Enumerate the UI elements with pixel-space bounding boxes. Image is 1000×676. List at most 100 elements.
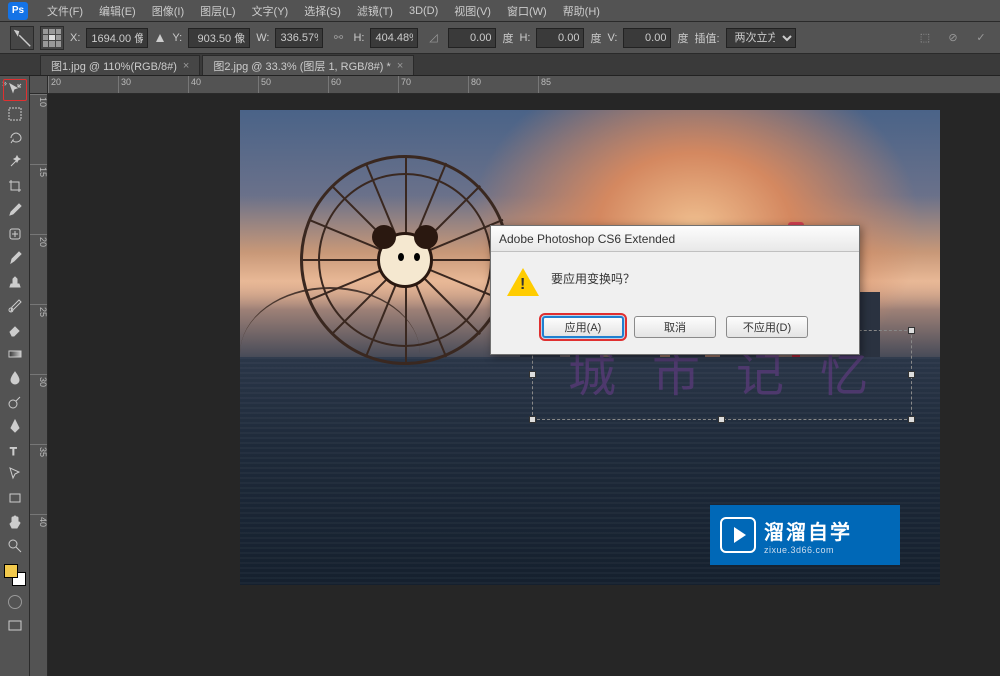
menu-edit[interactable]: 编辑(E): [92, 1, 143, 21]
crop-tool[interactable]: [3, 175, 27, 197]
dialog-message: 要应用变换吗？: [551, 266, 635, 287]
gradient-tool[interactable]: [3, 343, 27, 365]
interp-label: 插值:: [694, 30, 719, 46]
menu-3d[interactable]: 3D(D): [402, 3, 445, 19]
menu-image[interactable]: 图像(I): [145, 1, 191, 21]
x-input[interactable]: [86, 28, 148, 48]
skew-h-label: H:: [519, 32, 530, 44]
ruler-tick: 60: [328, 76, 398, 94]
ruler-tick: 85: [538, 76, 608, 94]
ruler-tick: 80: [468, 76, 538, 94]
skew-v-unit: 度: [677, 30, 688, 46]
vertical-ruler[interactable]: 10 15 20 25 30 35 40: [30, 94, 48, 676]
brush-tool[interactable]: [3, 247, 27, 269]
menu-help[interactable]: 帮助(H): [556, 1, 607, 21]
menu-type[interactable]: 文字(Y): [245, 1, 296, 21]
close-icon[interactable]: ×: [183, 60, 189, 72]
type-tool[interactable]: T: [3, 439, 27, 461]
apply-button[interactable]: 应用(A): [542, 316, 624, 338]
move-tool[interactable]: [3, 79, 27, 101]
eraser-tool[interactable]: [3, 319, 27, 341]
path-selection-tool[interactable]: [3, 463, 27, 485]
cancel-button[interactable]: 取消: [634, 316, 716, 338]
close-icon[interactable]: ×: [397, 60, 403, 72]
skew-v-input[interactable]: [623, 28, 671, 48]
magic-wand-tool[interactable]: [3, 151, 27, 173]
ruler-tick: 40: [30, 514, 48, 584]
menu-filter[interactable]: 滤镜(T): [350, 1, 400, 21]
warning-icon: [507, 266, 539, 298]
interp-select[interactable]: 两次立方: [726, 28, 796, 48]
w-input[interactable]: [275, 28, 323, 48]
tool-panel: » T: [0, 76, 30, 676]
dialog-title[interactable]: Adobe Photoshop CS6 Extended: [491, 226, 859, 252]
transform-handle-bl[interactable]: [529, 416, 536, 423]
rectangle-tool[interactable]: [3, 487, 27, 509]
angle-unit: 度: [502, 30, 513, 46]
tab-label: 图2.jpg @ 33.3% (图层 1, RGB/8#) *: [213, 58, 390, 74]
cancel-transform-icon[interactable]: ⊘: [944, 29, 962, 47]
tab-document-2[interactable]: 图2.jpg @ 33.3% (图层 1, RGB/8#) * ×: [202, 55, 414, 75]
menu-select[interactable]: 选择(S): [297, 1, 348, 21]
menu-file[interactable]: 文件(F): [40, 1, 90, 21]
ruler-tick: 25: [30, 304, 48, 374]
foreground-color[interactable]: [4, 564, 18, 578]
menu-view[interactable]: 视图(V): [447, 1, 498, 21]
transform-handle-tr[interactable]: [908, 327, 915, 334]
y-label: Y:: [172, 32, 182, 44]
warp-icon[interactable]: ⬚: [916, 29, 934, 47]
ruler-tick: 50: [258, 76, 328, 94]
confirm-dialog: Adobe Photoshop CS6 Extended 要应用变换吗？ 应用(…: [490, 225, 860, 355]
w-label: W:: [256, 32, 269, 44]
color-swatches[interactable]: [4, 564, 26, 586]
history-brush-tool[interactable]: [3, 295, 27, 317]
tab-document-1[interactable]: 图1.jpg @ 110%(RGB/8#) ×: [40, 55, 200, 75]
ruler-tick: 10: [30, 94, 48, 164]
hand-tool[interactable]: [3, 511, 27, 533]
commit-transform-icon[interactable]: ✓: [972, 29, 990, 47]
clone-stamp-tool[interactable]: [3, 271, 27, 293]
angle-input[interactable]: [448, 28, 496, 48]
horizontal-ruler[interactable]: 20 30 40 50 60 70 80 85: [48, 76, 1000, 94]
skew-h-input[interactable]: [536, 28, 584, 48]
dodge-tool[interactable]: [3, 391, 27, 413]
h-input[interactable]: [370, 28, 418, 48]
canvas-image-ferris-wheel: [300, 155, 510, 365]
app-logo: Ps: [8, 2, 28, 20]
ruler-tick: 15: [30, 164, 48, 234]
play-icon: [720, 517, 756, 553]
menu-window[interactable]: 窗口(W): [500, 1, 554, 21]
screen-mode-toggle[interactable]: [3, 616, 27, 636]
angle-icon: ◿: [424, 29, 442, 47]
link-icon[interactable]: ⚯: [329, 29, 347, 47]
lasso-tool[interactable]: [3, 127, 27, 149]
zoom-tool[interactable]: [3, 535, 27, 557]
ruler-tick: 35: [30, 444, 48, 514]
delta-icon[interactable]: [154, 32, 166, 44]
svg-text:T: T: [10, 446, 17, 458]
blur-tool[interactable]: [3, 367, 27, 389]
document-tab-bar: 图1.jpg @ 110%(RGB/8#) × 图2.jpg @ 33.3% (图…: [0, 54, 1000, 76]
h-label: H:: [353, 32, 364, 44]
skew-h-unit: 度: [590, 30, 601, 46]
tab-label: 图1.jpg @ 110%(RGB/8#): [51, 58, 177, 74]
transform-tool-icon[interactable]: [10, 26, 34, 50]
y-input[interactable]: [188, 28, 250, 48]
menu-layer[interactable]: 图层(L): [193, 1, 242, 21]
transform-handle-bm[interactable]: [718, 416, 725, 423]
pen-tool[interactable]: [3, 415, 27, 437]
healing-brush-tool[interactable]: [3, 223, 27, 245]
transform-handle-br[interactable]: [908, 416, 915, 423]
transform-handle-ml[interactable]: [529, 371, 536, 378]
skew-v-label: V:: [607, 32, 617, 44]
marquee-tool[interactable]: [3, 103, 27, 125]
ruler-tick: 20: [30, 234, 48, 304]
options-bar: X: Y: W: ⚯ H: ◿ 度 H: 度 V: 度 插值: 两次立方 ⬚ ⊘…: [0, 22, 1000, 54]
eyedropper-tool[interactable]: [3, 199, 27, 221]
ruler-origin[interactable]: [30, 76, 48, 94]
reference-point-icon[interactable]: [40, 26, 64, 50]
dont-apply-button[interactable]: 不应用(D): [726, 316, 808, 338]
transform-handle-mr[interactable]: [908, 371, 915, 378]
x-label: X:: [70, 32, 80, 44]
quick-mask-toggle[interactable]: [3, 592, 27, 612]
